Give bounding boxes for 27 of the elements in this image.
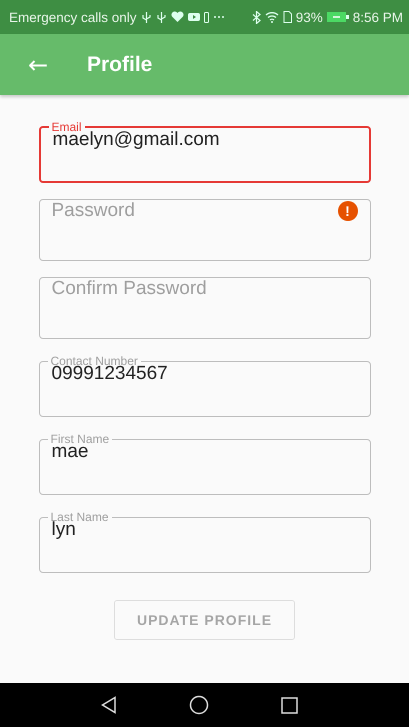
battery-icon — [326, 12, 349, 22]
input-field[interactable]: Contact Number 09991234567 — [38, 355, 370, 417]
input-field[interactable]: Last Name lyn — [38, 511, 370, 573]
usb-icon — [140, 10, 152, 24]
bluetooth-icon — [252, 10, 261, 24]
input-field[interactable]: Email maelyn@gmail.com — [38, 121, 370, 183]
home-icon[interactable] — [189, 695, 209, 715]
screen-title: Profile — [87, 52, 152, 76]
back-icon[interactable] — [101, 696, 117, 714]
video-icon — [188, 12, 200, 22]
clock: 8:56 PM — [352, 10, 403, 24]
sim-icon — [282, 11, 292, 23]
field-label: Email — [50, 121, 82, 133]
battery-percent: 93% — [296, 10, 323, 24]
heart-icon — [170, 11, 184, 23]
input-field[interactable]: First Name mae — [38, 433, 370, 495]
field-label: Last Name — [50, 511, 110, 523]
field-label: First Name — [50, 433, 110, 445]
status-text: Emergency calls only — [9, 10, 137, 24]
wifi-icon — [264, 11, 279, 23]
error-icon: ! — [338, 201, 358, 221]
phone-icon — [204, 12, 209, 22]
field-label: Contact Number — [50, 355, 138, 367]
more-icon — [212, 15, 225, 19]
recents-icon[interactable] — [281, 696, 298, 714]
usb-icon — [156, 10, 167, 24]
input-field[interactable]: Password ! — [38, 199, 370, 261]
